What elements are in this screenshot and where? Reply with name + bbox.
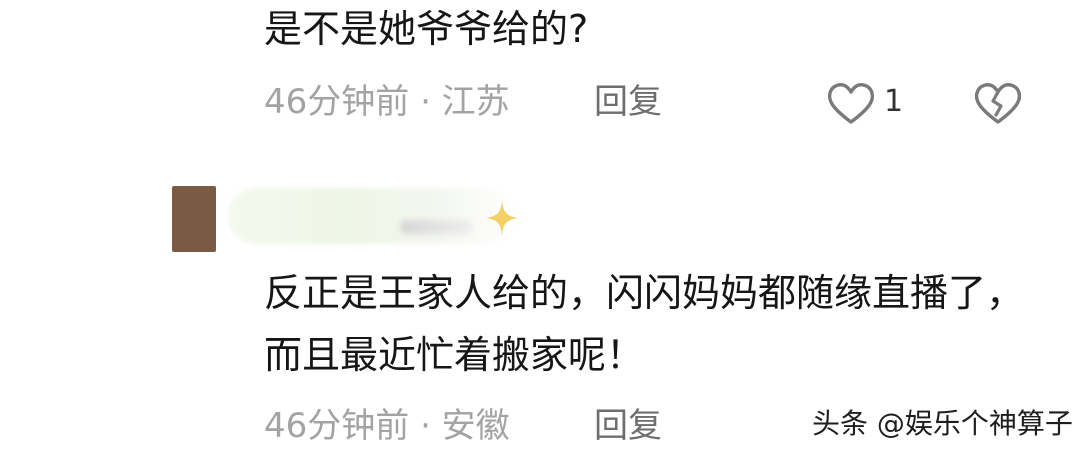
username-blurred[interactable] [228,188,518,244]
watermark: 头条 @娱乐个神算子 [812,407,1073,440]
avatar[interactable] [172,186,216,252]
comment-text: 是不是她爷爷给的? [264,7,589,51]
comment-meta: 46分钟前 · 安徽 [264,406,510,446]
reply-button[interactable]: 回复 [594,404,662,448]
heart-outline-icon[interactable] [826,80,876,126]
comment-text: 反正是王家人给的，闪闪妈妈都随缘直播了，而且最近忙着搬家呢！ [264,271,1025,377]
like-count: 1 [884,84,904,119]
broken-heart-icon[interactable] [972,80,1024,126]
comment-meta: 46分钟前 · 江苏 [264,82,510,122]
sparkle-icon [484,198,520,238]
username-blurred-text [400,220,472,234]
reply-button[interactable]: 回复 [594,80,662,124]
